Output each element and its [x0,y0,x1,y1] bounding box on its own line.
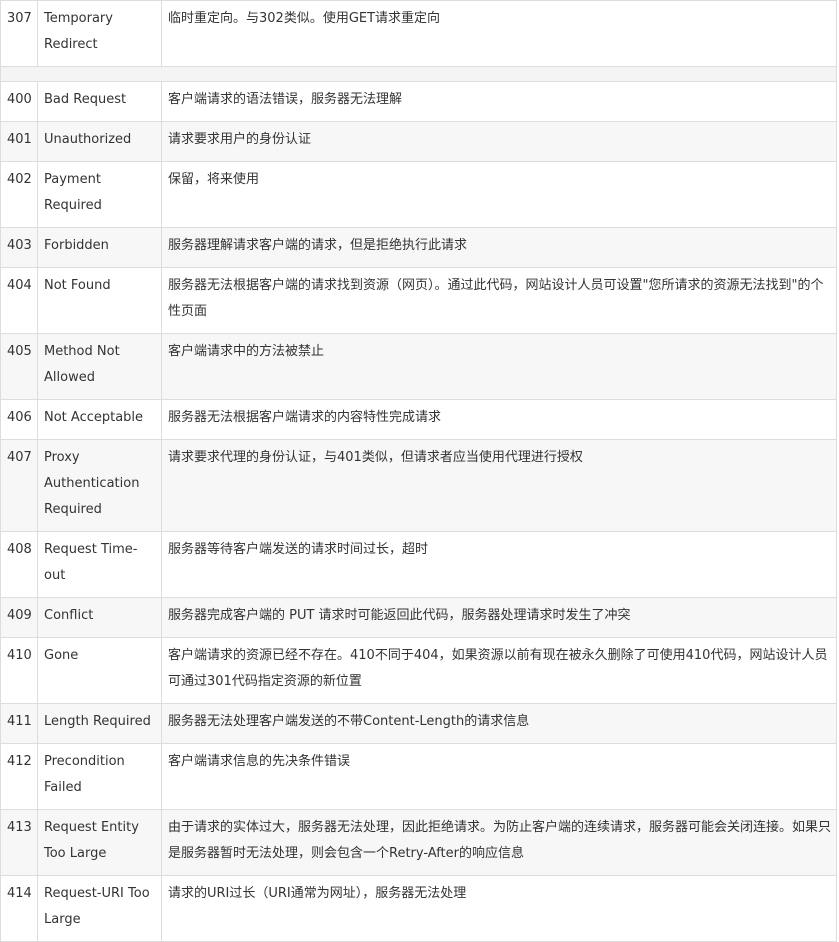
status-code-cell: 409 [0,597,38,638]
status-description-cell: 请求的URI过长（URI通常为网址），服务器无法处理 [161,875,837,942]
status-name-cell: Temporary Redirect [37,0,162,67]
status-description-cell: 客户端请求的资源已经不存在。410不同于404，如果资源以前有现在被永久删除了可… [161,637,837,704]
status-code-cell: 408 [0,531,38,598]
status-name-cell: Conflict [37,597,162,638]
status-name-cell: Forbidden [37,227,162,268]
status-description-cell: 请求要求代理的身份认证，与401类似，但请求者应当使用代理进行授权 [161,439,837,532]
status-code-cell: 410 [0,637,38,704]
status-name-cell: Gone [37,637,162,704]
status-code-cell: 414 [0,875,38,942]
status-description-cell: 保留，将来使用 [161,161,837,228]
status-description-cell: 临时重定向。与302类似。使用GET请求重定向 [161,0,837,67]
section-divider-cell [0,66,837,82]
table-row: 401 Unauthorized 请求要求用户的身份认证 [0,121,837,162]
table-row: 403 Forbidden 服务器理解请求客户端的请求，但是拒绝执行此请求 [0,227,837,268]
status-code-cell: 411 [0,703,38,744]
table-row: 402 Payment Required 保留，将来使用 [0,161,837,228]
status-name-cell: Bad Request [37,81,162,122]
status-name-cell: Length Required [37,703,162,744]
status-code-cell: 403 [0,227,38,268]
status-name-cell: Request-URI Too Large [37,875,162,942]
table-row: 409 Conflict 服务器完成客户端的 PUT 请求时可能返回此代码，服务… [0,597,837,638]
status-description-cell: 客户端请求中的方法被禁止 [161,333,837,400]
section-divider-row [0,66,837,82]
status-code-cell: 402 [0,161,38,228]
table-row: 410 Gone 客户端请求的资源已经不存在。410不同于404，如果资源以前有… [0,637,837,704]
status-description-cell: 服务器无法根据客户端请求的内容特性完成请求 [161,399,837,440]
table-row: 407 Proxy Authentication Required 请求要求代理… [0,439,837,532]
status-description-cell: 服务器无法根据客户端的请求找到资源（网页）。通过此代码，网站设计人员可设置"您所… [161,267,837,334]
status-description-cell: 服务器等待客户端发送的请求时间过长，超时 [161,531,837,598]
table-row: 414 Request-URI Too Large 请求的URI过长（URI通常… [0,875,837,942]
status-description-cell: 服务器无法处理客户端发送的不带Content-Length的请求信息 [161,703,837,744]
status-name-cell: Precondition Failed [37,743,162,810]
status-name-cell: Not Found [37,267,162,334]
table-row: 400 Bad Request 客户端请求的语法错误，服务器无法理解 [0,81,837,122]
status-code-cell: 412 [0,743,38,810]
status-code-cell: 404 [0,267,38,334]
status-name-cell: Method Not Allowed [37,333,162,400]
status-description-cell: 客户端请求的语法错误，服务器无法理解 [161,81,837,122]
http-status-code-table: 307 Temporary Redirect 临时重定向。与302类似。使用GE… [0,0,837,942]
status-name-cell: Payment Required [37,161,162,228]
status-code-cell: 405 [0,333,38,400]
status-description-cell: 请求要求用户的身份认证 [161,121,837,162]
table-row: 307 Temporary Redirect 临时重定向。与302类似。使用GE… [0,0,837,67]
status-table-body: 307 Temporary Redirect 临时重定向。与302类似。使用GE… [0,0,837,942]
status-description-cell: 服务器理解请求客户端的请求，但是拒绝执行此请求 [161,227,837,268]
status-code-cell: 400 [0,81,38,122]
status-name-cell: Proxy Authentication Required [37,439,162,532]
status-code-cell: 406 [0,399,38,440]
table-row: 408 Request Time-out 服务器等待客户端发送的请求时间过长，超… [0,531,837,598]
status-description-cell: 由于请求的实体过大，服务器无法处理，因此拒绝请求。为防止客户端的连续请求，服务器… [161,809,837,876]
status-code-cell: 307 [0,0,38,67]
status-name-cell: Request Entity Too Large [37,809,162,876]
table-row: 406 Not Acceptable 服务器无法根据客户端请求的内容特性完成请求 [0,399,837,440]
status-code-cell: 413 [0,809,38,876]
status-name-cell: Not Acceptable [37,399,162,440]
status-description-cell: 客户端请求信息的先决条件错误 [161,743,837,810]
table-row: 411 Length Required 服务器无法处理客户端发送的不带Conte… [0,703,837,744]
status-code-cell: 407 [0,439,38,532]
status-name-cell: Request Time-out [37,531,162,598]
table-row: 404 Not Found 服务器无法根据客户端的请求找到资源（网页）。通过此代… [0,267,837,334]
status-description-cell: 服务器完成客户端的 PUT 请求时可能返回此代码，服务器处理请求时发生了冲突 [161,597,837,638]
table-row: 412 Precondition Failed 客户端请求信息的先决条件错误 [0,743,837,810]
status-name-cell: Unauthorized [37,121,162,162]
table-row: 405 Method Not Allowed 客户端请求中的方法被禁止 [0,333,837,400]
status-code-cell: 401 [0,121,38,162]
table-row: 413 Request Entity Too Large 由于请求的实体过大，服… [0,809,837,876]
